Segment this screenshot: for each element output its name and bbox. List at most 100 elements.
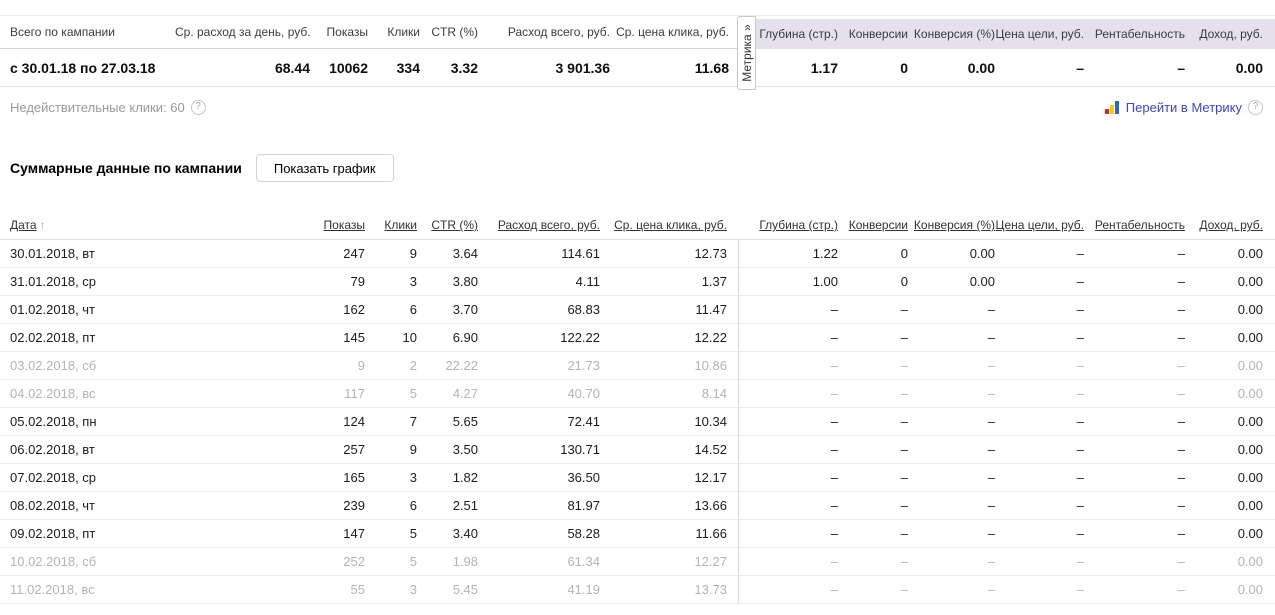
- column-header-sort-link[interactable]: Показы: [324, 218, 365, 232]
- chevron-right-icon: »: [739, 24, 754, 31]
- table-row: 31.01.2018, ср 79 3 3.80 4.11 1.37 1.00 0 0.00– –…: [0, 267, 1275, 296]
- table-cell: 5: [365, 547, 417, 576]
- table-cell: –: [838, 435, 908, 464]
- table-row: 02.02.2018, пт 145 10 6.90 122.22 12.22– – – – –0…: [0, 323, 1275, 352]
- summary-column-label: Расход всего, руб.: [507, 25, 610, 39]
- summary-column-label: Ср. расход за день, руб.: [175, 25, 311, 39]
- table-cell: 13.73: [600, 575, 727, 604]
- table-cell: 12.27: [600, 547, 727, 576]
- table-cell: –: [908, 463, 995, 492]
- summary-column-label: Клики: [387, 25, 420, 39]
- table-cell: 145: [315, 323, 365, 352]
- table-cell: 5.45: [417, 575, 478, 604]
- table-cell: –: [995, 295, 1084, 324]
- campaign-summary: Всего по кампании Ср. расход за день, руб…: [0, 15, 1275, 90]
- table-cell: 2.51: [417, 491, 478, 520]
- table-cell: 0.00: [1185, 575, 1275, 604]
- table-cell: 4.11: [478, 267, 600, 296]
- table-cell: 122.22: [478, 323, 600, 352]
- date-cell: 03.02.2018, сб: [0, 351, 315, 380]
- summary-column-label: Ср. цена клика, руб.: [616, 25, 729, 39]
- table-row: 03.02.2018, сб 9 2 22.22 21.73 10.86– – – – –0.00: [0, 351, 1275, 380]
- column-header-sort-link[interactable]: Расход всего, руб.: [498, 218, 600, 232]
- column-header-sort-link[interactable]: CTR (%): [431, 218, 478, 232]
- table-cell: 22.22: [417, 351, 478, 380]
- column-header-sort-link[interactable]: Дата: [10, 218, 37, 232]
- column-header-sort-link[interactable]: Цена цели, руб.: [996, 218, 1084, 232]
- column-header-sort-link[interactable]: Доход, руб.: [1199, 218, 1263, 232]
- table-cell: 0.00: [1185, 407, 1275, 436]
- table-cell: 114.61: [478, 239, 600, 268]
- table-cell: –: [1084, 519, 1185, 548]
- column-header-sort-link[interactable]: Ср. цена клика, руб.: [614, 218, 727, 232]
- help-icon[interactable]: ?: [190, 99, 206, 115]
- metrika-column-label: Конверсия (%): [913, 27, 995, 41]
- table-cell: 239: [315, 491, 365, 520]
- summary-left-value-row: с 30.01.18 по 27.03.18 68.44 10062 334 3.32 3…: [0, 49, 737, 86]
- table-cell: –: [1084, 295, 1185, 324]
- date-cell: 11.02.2018, вс: [0, 575, 315, 604]
- metrika-column-label: Доход, руб.: [1199, 27, 1263, 41]
- table-cell: –: [738, 519, 838, 548]
- section-divider: [727, 575, 739, 604]
- table-cell: 14.52: [600, 435, 727, 464]
- table-cell: –: [838, 519, 908, 548]
- table-cell: –: [995, 323, 1084, 352]
- table-cell: 68.83: [478, 295, 600, 324]
- table-cell: 40.70: [478, 379, 600, 408]
- date-cell: 31.01.2018, ср: [0, 267, 315, 296]
- summary-right-value-row: 1.17 0 0.00 – – 0.00: [756, 49, 1275, 86]
- table-cell: 0.00: [1185, 239, 1275, 268]
- date-cell: 06.02.2018, вт: [0, 435, 315, 464]
- column-header-cell: Доход, руб.: [1185, 212, 1275, 240]
- table-cell: 4.27: [417, 379, 478, 408]
- sort-ascending-icon: ↑: [39, 218, 46, 233]
- metrika-value: 0.00: [1235, 59, 1263, 76]
- section-divider: [727, 435, 739, 464]
- show-chart-button[interactable]: Показать график: [255, 154, 394, 182]
- table-cell: –: [908, 575, 995, 604]
- table-cell: 0.00: [908, 267, 995, 296]
- metrika-value: 1.17: [810, 59, 838, 76]
- table-cell: 2: [365, 351, 417, 380]
- table-row: 30.01.2018, вт 247 9 3.64 114.61 12.73 1.22 0 0.…: [0, 239, 1275, 268]
- column-header-sort-link[interactable]: Клики: [384, 218, 417, 232]
- column-header-sort-link[interactable]: Конверсии: [849, 218, 908, 232]
- table-cell: –: [1084, 463, 1185, 492]
- column-header-cell: Конверсии: [838, 212, 908, 240]
- date-cell: 10.02.2018, сб: [0, 547, 315, 576]
- column-header-sort-link[interactable]: Конверсия (%): [914, 218, 995, 232]
- table-cell: 36.50: [478, 463, 600, 492]
- table-cell: 9: [365, 239, 417, 268]
- help-icon[interactable]: ?: [1248, 99, 1263, 115]
- table-cell: 0: [838, 239, 908, 268]
- metrika-collapse-tab[interactable]: Метрика »: [737, 16, 756, 90]
- metrika-column-label: Цена цели, руб.: [995, 27, 1084, 41]
- column-header-sort-link[interactable]: Глубина (стр.): [759, 218, 838, 232]
- column-header-cell: Ср. цена клика, руб.: [600, 212, 727, 240]
- table-cell: –: [1084, 379, 1185, 408]
- table-cell: –: [738, 575, 838, 604]
- date-cell: 05.02.2018, пн: [0, 407, 315, 436]
- section-divider: [727, 519, 739, 548]
- table-row: 10.02.2018, сб 252 5 1.98 61.34 12.27– – – – –0.0…: [0, 547, 1275, 576]
- table-cell: 72.41: [478, 407, 600, 436]
- table-cell: –: [1084, 323, 1185, 352]
- section-divider: [727, 295, 739, 324]
- table-cell: –: [995, 435, 1084, 464]
- table-cell: 0.00: [1185, 491, 1275, 520]
- table-cell: 5: [365, 519, 417, 548]
- table-cell: –: [838, 351, 908, 380]
- metrika-value: –: [1177, 59, 1185, 76]
- go-to-metrika-link[interactable]: Перейти в Метрику: [1104, 100, 1242, 115]
- table-cell: –: [995, 379, 1084, 408]
- table-cell: –: [738, 463, 838, 492]
- column-header-cell: Конверсия (%): [908, 212, 995, 240]
- table-cell: –: [908, 351, 995, 380]
- table-cell: 0.00: [908, 239, 995, 268]
- column-header-sort-link[interactable]: Рентабельность: [1095, 218, 1185, 232]
- summary-direct-section: Всего по кампании Ср. расход за день, руб…: [0, 16, 737, 86]
- table-cell: 1.22: [738, 239, 838, 268]
- table-cell: –: [838, 463, 908, 492]
- column-header-cell: Цена цели, руб.: [995, 212, 1084, 240]
